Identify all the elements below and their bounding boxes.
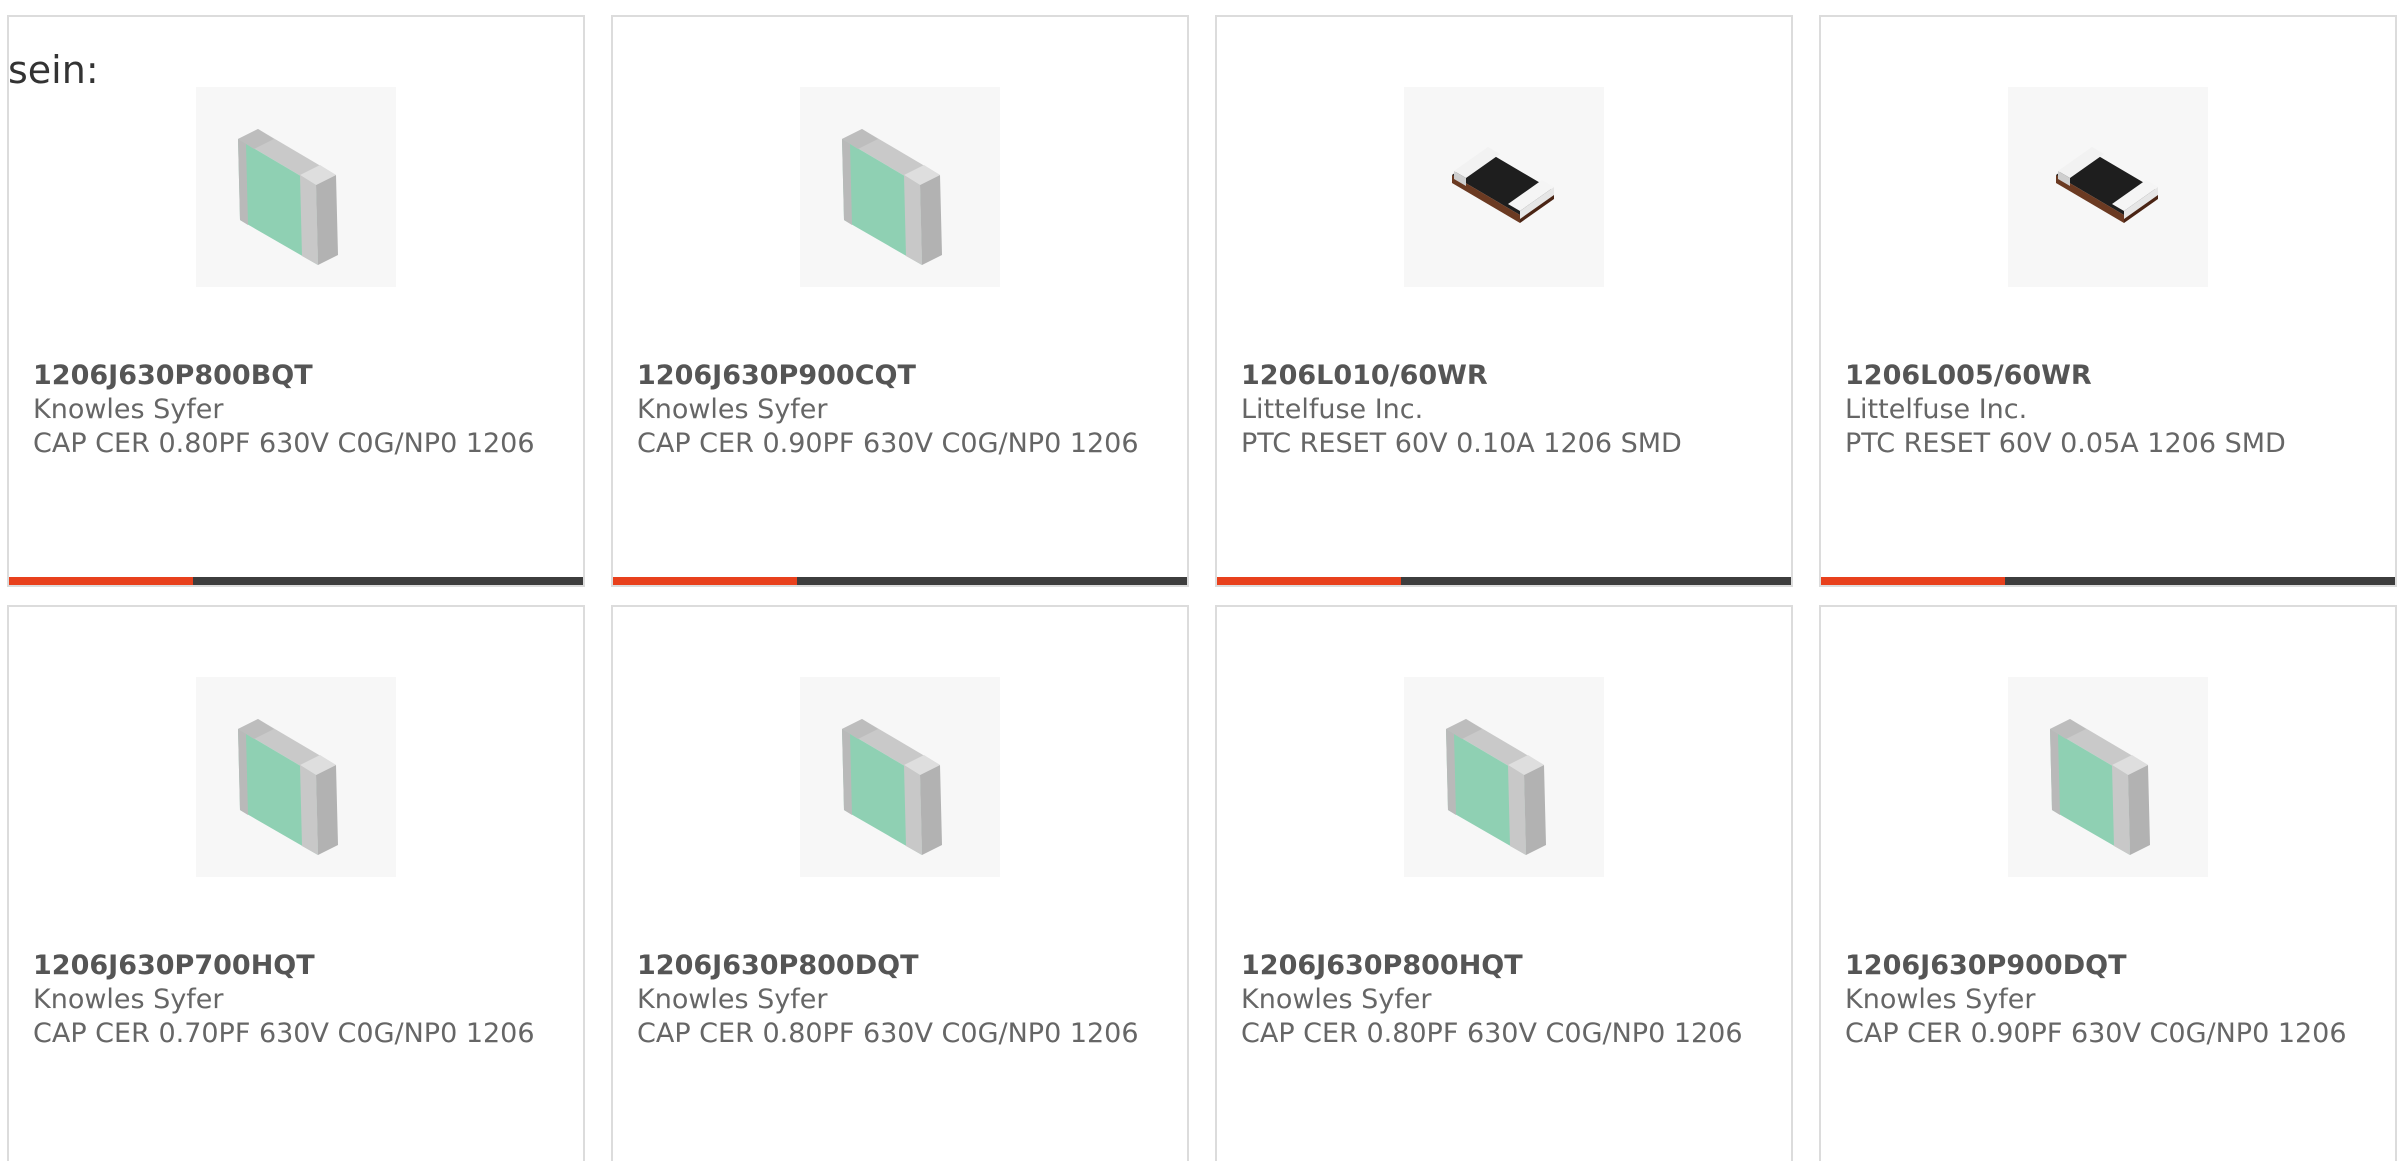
- product-grid-page: sein: 1206J630P800BQT Knowles Syfer CAP …: [0, 0, 2400, 1161]
- part-number[interactable]: 1206L005/60WR: [1845, 359, 2092, 393]
- ptc-fuse-icon[interactable]: [2008, 87, 2208, 287]
- product-card[interactable]: 1206J630P800BQT Knowles Syfer CAP CER 0.…: [7, 15, 585, 587]
- part-number[interactable]: 1206J630P800BQT: [33, 359, 313, 393]
- product-description: CAP CER 0.90PF 630V C0G/NP0 1206: [1845, 1018, 2347, 1049]
- progress-bar-fill: [1217, 577, 1401, 585]
- product-card[interactable]: 1206J630P900CQT Knowles Syfer CAP CER 0.…: [611, 15, 1189, 587]
- product-card[interactable]: 1206J630P800HQT Knowles Syfer CAP CER 0.…: [1215, 605, 1793, 1161]
- intro-text: sein:: [8, 48, 99, 92]
- ceramic-capacitor-icon[interactable]: [196, 677, 396, 877]
- progress-bar: [1217, 577, 1791, 585]
- part-number[interactable]: 1206J630P900CQT: [637, 359, 916, 393]
- progress-bar-fill: [613, 577, 797, 585]
- product-description: CAP CER 0.90PF 630V C0G/NP0 1206: [637, 428, 1139, 459]
- part-number[interactable]: 1206L010/60WR: [1241, 359, 1488, 393]
- product-description: PTC RESET 60V 0.05A 1206 SMD: [1845, 428, 2286, 459]
- product-description: CAP CER 0.80PF 630V C0G/NP0 1206: [1241, 1018, 1743, 1049]
- ptc-fuse-icon[interactable]: [1404, 87, 1604, 287]
- part-number[interactable]: 1206J630P700HQT: [33, 949, 315, 983]
- ceramic-capacitor-icon[interactable]: [2008, 677, 2208, 877]
- product-card[interactable]: 1206L005/60WR Littelfuse Inc. PTC RESET …: [1819, 15, 2397, 587]
- progress-bar: [1821, 577, 2395, 585]
- part-number[interactable]: 1206J630P800DQT: [637, 949, 918, 983]
- part-number[interactable]: 1206J630P800HQT: [1241, 949, 1523, 983]
- part-number[interactable]: 1206J630P900DQT: [1845, 949, 2126, 983]
- ceramic-capacitor-icon[interactable]: [196, 87, 396, 287]
- product-description: CAP CER 0.80PF 630V C0G/NP0 1206: [33, 428, 535, 459]
- progress-bar-fill: [1821, 577, 2005, 585]
- progress-bar-fill: [9, 577, 193, 585]
- manufacturer: Littelfuse Inc.: [1845, 394, 2028, 425]
- manufacturer: Knowles Syfer: [637, 394, 828, 425]
- product-description: PTC RESET 60V 0.10A 1206 SMD: [1241, 428, 1682, 459]
- ceramic-capacitor-icon[interactable]: [800, 87, 1000, 287]
- manufacturer: Knowles Syfer: [1241, 984, 1432, 1015]
- ceramic-capacitor-icon[interactable]: [1404, 677, 1604, 877]
- product-card[interactable]: 1206L010/60WR Littelfuse Inc. PTC RESET …: [1215, 15, 1793, 587]
- progress-bar: [9, 577, 583, 585]
- manufacturer: Knowles Syfer: [637, 984, 828, 1015]
- product-card[interactable]: 1206J630P800DQT Knowles Syfer CAP CER 0.…: [611, 605, 1189, 1161]
- manufacturer: Knowles Syfer: [1845, 984, 2036, 1015]
- ceramic-capacitor-icon[interactable]: [800, 677, 1000, 877]
- product-card[interactable]: 1206J630P900DQT Knowles Syfer CAP CER 0.…: [1819, 605, 2397, 1161]
- manufacturer: Knowles Syfer: [33, 394, 224, 425]
- product-description: CAP CER 0.70PF 630V C0G/NP0 1206: [33, 1018, 535, 1049]
- product-description: CAP CER 0.80PF 630V C0G/NP0 1206: [637, 1018, 1139, 1049]
- manufacturer: Littelfuse Inc.: [1241, 394, 1424, 425]
- product-card[interactable]: 1206J630P700HQT Knowles Syfer CAP CER 0.…: [7, 605, 585, 1161]
- manufacturer: Knowles Syfer: [33, 984, 224, 1015]
- progress-bar: [613, 577, 1187, 585]
